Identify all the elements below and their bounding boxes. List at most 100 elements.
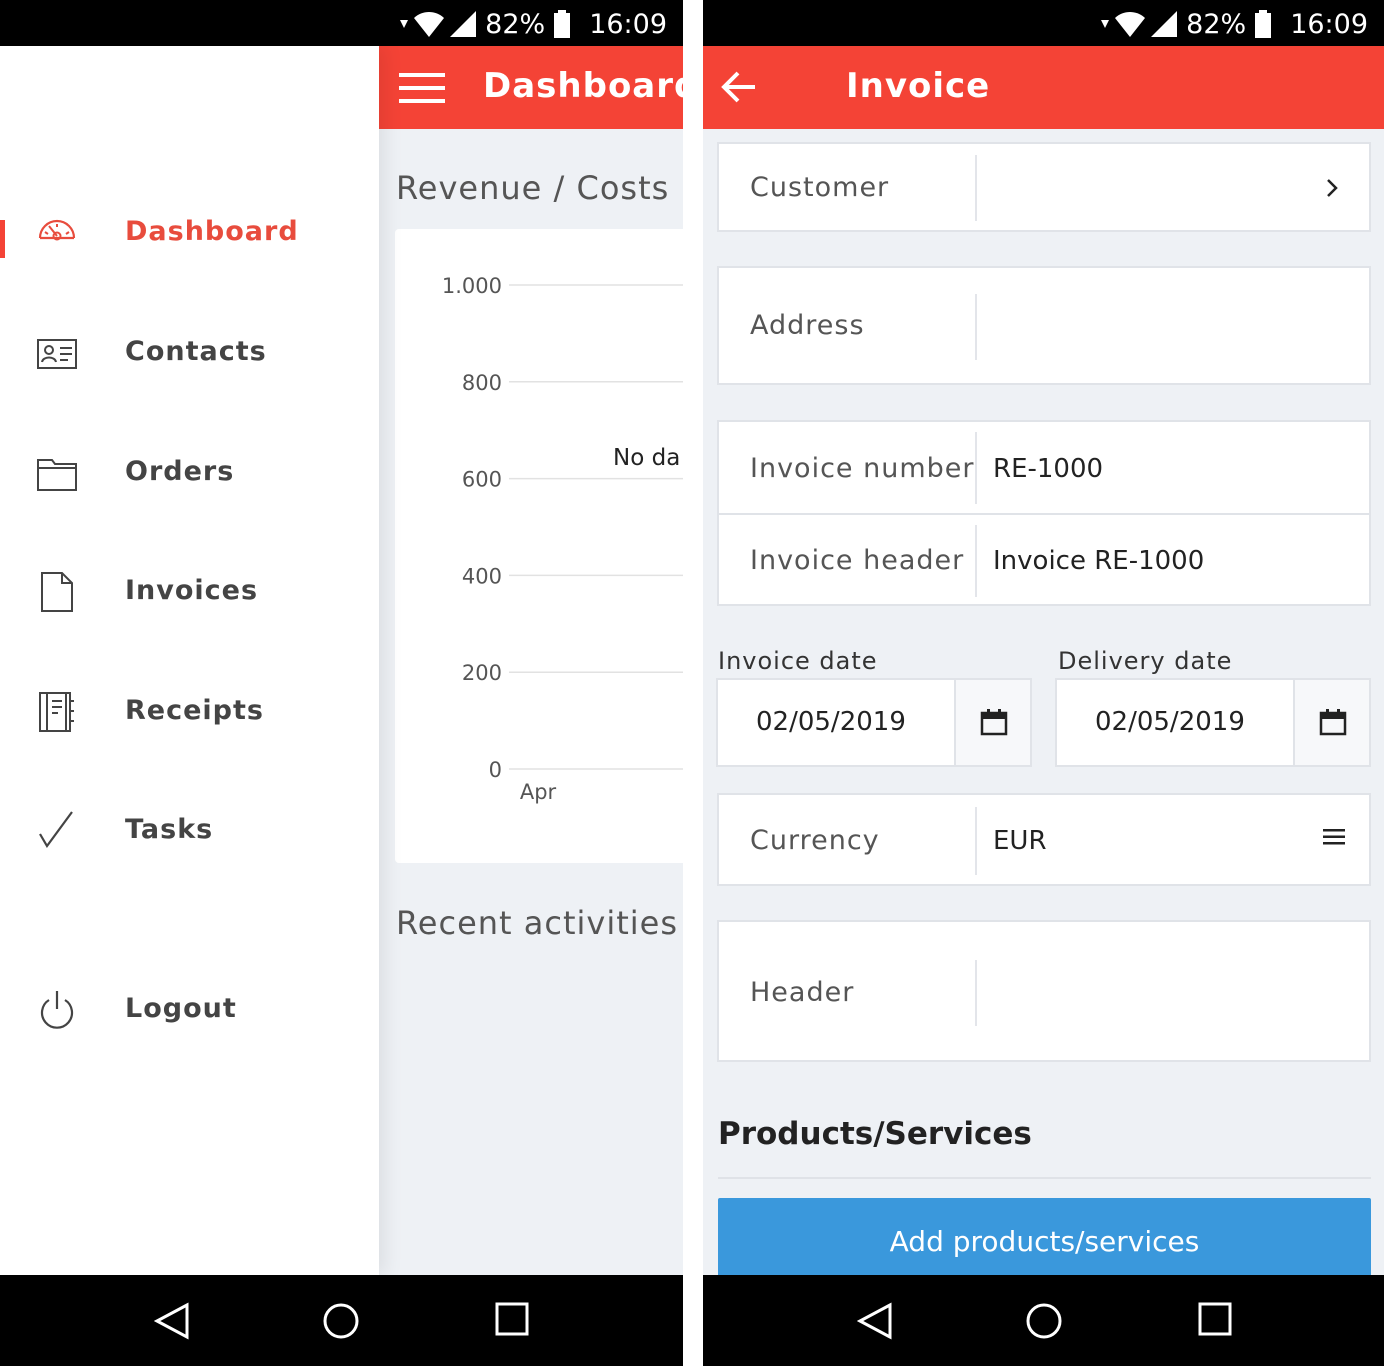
y-tick-label: 200 (462, 661, 502, 685)
invoice-header-value[interactable]: Invoice RE-1000 (993, 546, 1204, 576)
back-arrow-icon[interactable] (721, 70, 757, 104)
products-services-title: Products/Services (718, 1116, 1032, 1152)
list-menu-icon[interactable] (1323, 829, 1345, 845)
calendar-icon (980, 709, 1008, 736)
drawer-item-label: Orders (125, 456, 235, 487)
customer-field[interactable]: Customer (717, 142, 1371, 232)
wifi-icon (414, 12, 445, 37)
invoice-header-field[interactable]: Invoice header Invoice RE-1000 (719, 515, 1369, 605)
battery-icon (1255, 10, 1272, 38)
battery-percent: 82% (485, 8, 546, 40)
y-tick-label: 0 (489, 758, 502, 782)
invoice-app-bar: Invoice (703, 46, 1384, 129)
system-nav-bar (703, 1275, 1384, 1366)
home-nav-icon[interactable] (1025, 1302, 1063, 1340)
delivery-date-value[interactable]: 02/05/2019 (1095, 707, 1245, 737)
back-nav-icon[interactable] (857, 1302, 893, 1340)
wifi-icon (1115, 12, 1146, 37)
invoice-info-card: Invoice number RE-1000 Invoice header In… (717, 420, 1371, 606)
field-divider (975, 432, 977, 504)
status-bar: 82% 16:09 (0, 0, 683, 46)
hamburger-menu-icon[interactable] (399, 72, 445, 104)
invoice-date-label: Invoice date (718, 647, 878, 675)
no-data-label: No da (613, 445, 680, 471)
customer-label: Customer (750, 172, 890, 203)
currency-value[interactable]: EUR (993, 826, 1047, 856)
field-divider (975, 294, 977, 360)
recents-nav-icon[interactable] (1198, 1302, 1232, 1336)
drawer-item-label: Contacts (125, 336, 267, 367)
currency-field[interactable]: Currency EUR (717, 793, 1371, 886)
battery-icon (554, 10, 571, 38)
folder-icon (37, 459, 77, 491)
y-tick-label: 800 (462, 371, 502, 395)
drawer-item-logout[interactable]: Logout (0, 983, 379, 1043)
dashboard-content: Revenue / Costs 1.000 800 600 400 200 0 Apr No … (379, 129, 683, 1275)
revenue-costs-title: Revenue / Costs (396, 169, 670, 207)
receipt-book-icon (39, 692, 74, 732)
dashboard-app-bar: Dashboard (379, 46, 683, 129)
page-title: Dashboard (483, 66, 683, 106)
signal-icon (450, 11, 477, 37)
back-nav-icon[interactable] (154, 1302, 190, 1340)
delivery-date-field[interactable]: 02/05/2019 (1055, 678, 1371, 767)
status-bar: 82% 16:09 (703, 0, 1384, 46)
drawer-item-label: Tasks (125, 814, 214, 845)
navigation-drawer: Dashboard Contacts Orders Invoices Receipts T… (0, 46, 379, 1275)
battery-percent: 82% (1186, 8, 1247, 40)
delivery-date-picker-button[interactable] (1293, 680, 1369, 765)
drawer-item-label: Receipts (125, 695, 264, 726)
invoice-number-label: Invoice number (750, 453, 975, 484)
invoice-date-value[interactable]: 02/05/2019 (756, 707, 906, 737)
power-icon (40, 991, 74, 1029)
y-tick-label: 600 (462, 468, 502, 492)
recents-nav-icon[interactable] (495, 1302, 529, 1336)
screen-gap (683, 0, 703, 1366)
revenue-chart-card: 1.000 800 600 400 200 0 Apr No da (395, 229, 683, 863)
checkmark-icon (39, 811, 73, 849)
currency-label: Currency (750, 825, 880, 856)
field-divider (975, 960, 977, 1026)
address-field[interactable]: Address (717, 266, 1371, 385)
x-tick-label: Apr (520, 780, 557, 804)
clock: 16:09 (1290, 8, 1368, 40)
invoice-header-label: Invoice header (750, 545, 965, 576)
drawer-item-invoices[interactable]: Invoices (0, 565, 379, 625)
invoice-number-value[interactable]: RE-1000 (993, 454, 1103, 484)
drawer-item-label: Logout (125, 993, 237, 1024)
dashboard-gauge-icon (38, 219, 76, 241)
chevron-right-icon[interactable] (1325, 178, 1339, 198)
header-label: Header (750, 977, 855, 1008)
signal-icon (1151, 11, 1178, 37)
contact-card-icon (37, 339, 77, 369)
invoice-date-picker-button[interactable] (954, 680, 1030, 765)
dashboard-screen: 82% 16:09 Dashboard Revenue / Costs 1.00… (0, 0, 683, 1366)
calendar-icon (1319, 709, 1347, 736)
header-field[interactable]: Header (717, 920, 1371, 1062)
address-label: Address (750, 310, 865, 341)
drawer-item-receipts[interactable]: Receipts (0, 685, 379, 745)
drawer-item-tasks[interactable]: Tasks (0, 804, 379, 864)
invoice-date-field[interactable]: 02/05/2019 (716, 678, 1032, 767)
invoice-screen: 82% 16:09 Invoice Customer Address Invoi… (703, 0, 1384, 1366)
currency-row: Currency EUR (719, 795, 1369, 884)
address-row: Address (719, 268, 1369, 383)
field-divider (975, 807, 977, 875)
delivery-date-label: Delivery date (1058, 647, 1233, 675)
drawer-item-dashboard[interactable]: Dashboard (0, 206, 379, 266)
invoice-number-field[interactable]: Invoice number RE-1000 (719, 422, 1369, 514)
revenue-chart: 1.000 800 600 400 200 0 Apr No da (442, 274, 683, 804)
header-row: Header (719, 922, 1369, 1060)
customer-row: Customer (719, 144, 1369, 230)
page-title: Invoice (846, 66, 991, 106)
y-tick-label: 1.000 (442, 274, 502, 298)
data-arrow-icon (1101, 20, 1110, 28)
home-nav-icon[interactable] (322, 1302, 360, 1340)
y-tick-label: 400 (462, 564, 502, 588)
drawer-item-contacts[interactable]: Contacts (0, 326, 379, 386)
field-divider (975, 155, 977, 221)
drawer-item-orders[interactable]: Orders (0, 446, 379, 506)
data-arrow-icon (400, 20, 409, 28)
clock: 16:09 (589, 8, 667, 40)
drawer-item-label: Dashboard (125, 216, 299, 247)
